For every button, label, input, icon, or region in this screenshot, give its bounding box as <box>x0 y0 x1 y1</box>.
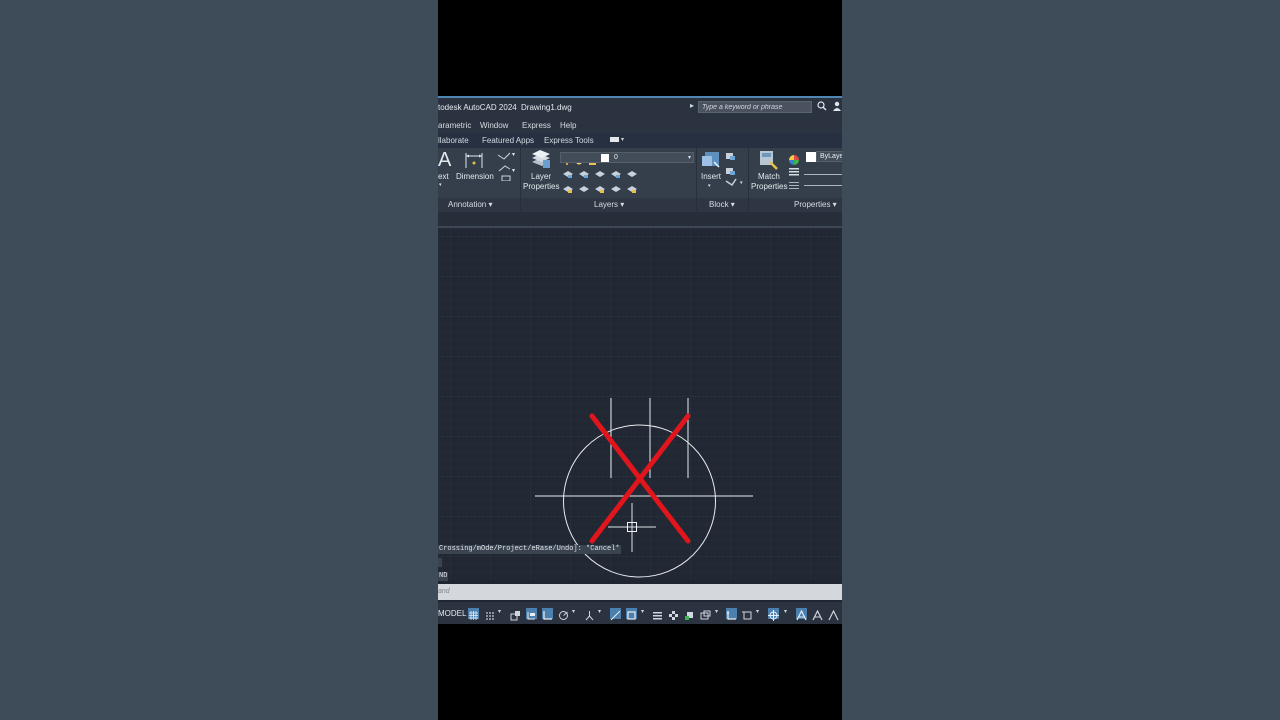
lineweight-icon[interactable] <box>789 167 799 196</box>
panel-block[interactable]: Block ▾ <box>709 200 735 209</box>
menu-parametric[interactable]: arametric <box>438 121 471 130</box>
panel-annotation[interactable]: Annotation ▾ <box>448 200 493 209</box>
ribbon-panel-labels: Annotation ▾ Layers ▾ Block ▾ Properties… <box>438 198 842 212</box>
menu-window[interactable]: Window <box>480 121 508 130</box>
menu-help[interactable]: Help <box>560 121 576 130</box>
layer-tools-icon-grid[interactable] <box>562 168 638 201</box>
layer-value: 0 <box>614 154 618 161</box>
search-icon[interactable] <box>817 101 827 115</box>
command-history-line-1: Crossing/mOde/Project/eRase/Undo]: *Canc… <box>438 545 621 554</box>
annotation-scale-icon[interactable] <box>768 608 779 621</box>
ribbon: A ext ▾ Dimension ▾ ▾ Layer Properties 0… <box>438 148 842 212</box>
command-history-line-2 <box>438 558 442 567</box>
match-properties-label-1[interactable]: Match <box>758 172 780 182</box>
insert-label[interactable]: Insert <box>701 172 721 182</box>
chevron-down-icon[interactable]: ▾ <box>688 153 691 163</box>
layer-color-swatch <box>601 154 609 162</box>
lineweight-preview[interactable] <box>804 174 842 175</box>
scale-dropdown-icon[interactable]: ▾ <box>784 608 787 615</box>
text-dropdown-icon[interactable]: ▾ <box>439 180 442 190</box>
insert-dropdown-icon[interactable]: ▾ <box>708 181 711 191</box>
command-line[interactable]: and <box>438 584 842 600</box>
selection-cycling-icon[interactable] <box>684 608 695 620</box>
annotation-scale-toggle-icon[interactable] <box>828 608 839 621</box>
title-bar: todesk AutoCAD 2024 Drawing1.dwg ▸ <box>438 98 842 116</box>
leader-dropdown-icon[interactable]: ▾ <box>512 150 515 160</box>
chevron-down-icon[interactable]: ▾ <box>621 136 624 143</box>
table-dropdown-icon[interactable]: ▾ <box>512 166 515 176</box>
model-tab[interactable]: MODEL <box>438 609 466 618</box>
layer-properties-label-2[interactable]: Properties <box>523 182 559 192</box>
match-properties-label-2[interactable]: Properties <box>751 182 787 192</box>
ortho-icon[interactable] <box>542 608 553 620</box>
linetype-preview[interactable] <box>804 185 842 186</box>
color-dropdown[interactable]: ByLaye <box>816 151 842 162</box>
search-input[interactable] <box>698 101 812 113</box>
background-left <box>0 0 438 720</box>
color-swatch <box>806 152 816 162</box>
grid-icon[interactable] <box>468 608 479 620</box>
annotation-monitor-icon[interactable] <box>700 608 711 620</box>
dynamic-input-icon[interactable] <box>526 608 537 620</box>
ribbon-separator <box>748 198 749 212</box>
tab-collaborate[interactable]: llaborate <box>438 136 469 145</box>
annotation-visibility-icon[interactable] <box>796 608 807 621</box>
isodraft-icon[interactable] <box>584 608 595 621</box>
osnap-icon[interactable] <box>626 608 637 620</box>
isodraft-dropdown-icon[interactable]: ▾ <box>598 608 601 615</box>
panel-properties[interactable]: Properties ▾ <box>794 200 837 209</box>
ribbon-minimize-icon[interactable] <box>610 137 619 142</box>
background-right <box>842 0 1280 720</box>
tab-express-tools[interactable]: Express Tools <box>544 136 594 145</box>
layer-properties-label-1[interactable]: Layer <box>531 172 551 182</box>
status-bar: MODEL ▾ ▾ ▾ ▾ ▾ ▾ ▾ <box>438 602 842 624</box>
polar-dropdown-icon[interactable]: ▾ <box>572 608 575 615</box>
snap-dropdown-icon[interactable]: ▾ <box>498 608 501 615</box>
polar-icon[interactable] <box>558 608 569 620</box>
osnap-tracking-icon[interactable] <box>610 608 621 621</box>
osnap-dropdown-icon[interactable]: ▾ <box>641 608 644 615</box>
text-tool-icon[interactable]: A <box>438 150 451 170</box>
video-frame: todesk AutoCAD 2024 Drawing1.dwg ▸ arame… <box>438 0 842 720</box>
command-history-line-3: ND <box>438 572 449 581</box>
layer-dropdown[interactable]: 0 ▾ <box>560 152 694 163</box>
auto-scale-icon[interactable] <box>812 608 823 621</box>
file-name: Drawing1.dwg <box>521 103 572 112</box>
workspace-dropdown-icon[interactable]: ▾ <box>715 608 718 615</box>
ucs-icon[interactable] <box>726 608 737 620</box>
command-input-placeholder: and <box>438 588 450 595</box>
units-icon[interactable] <box>742 608 753 620</box>
snap-icon[interactable] <box>484 608 495 620</box>
file-tab-bar <box>438 212 842 228</box>
user-icon[interactable] <box>832 101 842 115</box>
lineweight-toggle-icon[interactable] <box>652 608 663 620</box>
ribbon-separator <box>696 198 697 212</box>
dimension-label[interactable]: Dimension <box>456 172 494 182</box>
app-title: todesk AutoCAD 2024 <box>438 103 517 112</box>
tab-featured-apps[interactable]: Featured Apps <box>482 136 534 145</box>
search-expand-icon[interactable]: ▸ <box>690 101 694 110</box>
panel-layers[interactable]: Layers ▾ <box>594 200 624 209</box>
menu-express[interactable]: Express <box>522 121 551 130</box>
transparency-icon[interactable] <box>668 608 679 620</box>
ribbon-separator <box>520 198 521 212</box>
block-dropdown-icon[interactable]: ▾ <box>740 178 743 188</box>
menu-bar: arametric Window Express Help <box>438 116 842 133</box>
infer-constraints-icon[interactable] <box>510 608 521 621</box>
drawing-canvas[interactable] <box>438 228 842 580</box>
ribbon-tabs: llaborate Featured Apps Express Tools ▾ <box>438 133 842 148</box>
units-dropdown-icon[interactable]: ▾ <box>756 608 759 615</box>
autocad-window: todesk AutoCAD 2024 Drawing1.dwg ▸ arame… <box>438 96 842 624</box>
